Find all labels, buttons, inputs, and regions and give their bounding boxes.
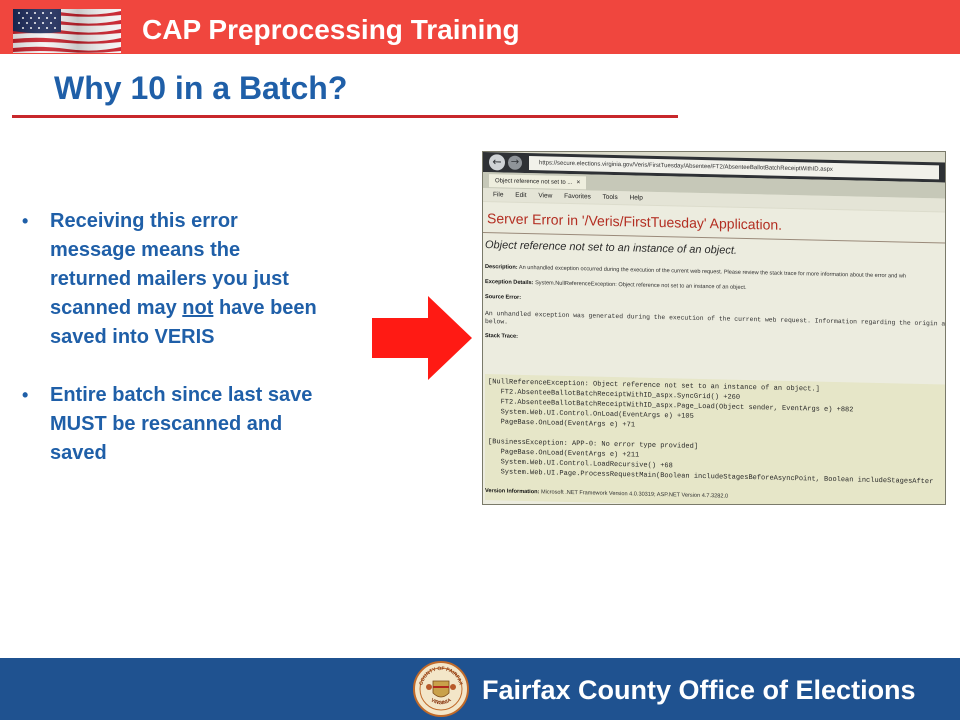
title-underline [12, 115, 678, 118]
source-error-label: Source Error: [485, 294, 522, 301]
bullet-item: • Entire batch since last save MUST be r… [20, 381, 320, 468]
browser-window: ← → https://secure.elections.virginia.go… [483, 152, 946, 504]
stack-trace-label: Stack Trace: [485, 333, 518, 340]
menu-item-view: View [538, 192, 553, 200]
forward-arrow-icon: → [508, 155, 522, 170]
version-label: Version Information: [485, 488, 540, 496]
description-text: An unhandled exception occurred during t… [518, 264, 907, 280]
bullet-text: Entire batch since last save MUST be res… [50, 384, 313, 464]
bullet-emphasis: not [182, 297, 214, 319]
source-error-text-2: below. [485, 318, 509, 326]
slide-title: Why 10 in a Batch? [54, 70, 348, 106]
menu-item-help: Help [629, 194, 643, 202]
bullet-item: • Receiving this error message means the… [20, 207, 320, 352]
county-seal-logo: COUNTY OF FAIRFAX VIRGINIA 1742 [413, 661, 469, 717]
stack-line: System.Web.UI.Page.ProcessRequestMain(Bo… [488, 468, 934, 487]
menu-item-file: File [493, 191, 504, 199]
error-page-content: Server Error in '/Veris/FirstTuesday' Ap… [483, 202, 946, 504]
source-error-text: An unhandled exception was generated dur… [485, 310, 946, 329]
description-line: Description: An unhandled exception occu… [485, 264, 906, 280]
browser-tab: Object reference not set to ... × [489, 174, 587, 190]
menu-item-favorites: Favorites [564, 192, 591, 201]
seal-year: 1742 [437, 700, 447, 705]
footer-title: Fairfax County Office of Elections [482, 675, 916, 705]
error-subtitle: Object reference not set to an instance … [485, 239, 737, 257]
description-label: Description: [485, 264, 518, 271]
tab-label: Object reference not set to ... [495, 178, 573, 187]
exception-line: Exception Details: System.NullReferenceE… [485, 279, 747, 291]
stack-trace-box: [NullReferenceException: Object referenc… [485, 374, 945, 504]
error-screenshot-photo: ← → https://secure.elections.virginia.go… [482, 151, 946, 505]
exception-text: System.NullReferenceException: Object re… [535, 280, 747, 291]
header-title: CAP Preprocessing Training [142, 14, 520, 45]
right-arrow-icon [372, 296, 472, 380]
back-arrow-icon: ← [489, 154, 505, 171]
bullet-glyph: • [22, 385, 29, 405]
menu-item-edit: Edit [515, 191, 527, 199]
bullet-list: • Receiving this error message means the… [20, 207, 320, 497]
us-flag-image [13, 9, 121, 53]
close-icon: × [576, 179, 581, 187]
server-error-title: Server Error in '/Veris/FirstTuesday' Ap… [487, 210, 783, 233]
exception-label: Exception Details: [485, 279, 534, 287]
stack-line: PageBase.OnLoad(EventArgs e) +71 [488, 418, 636, 430]
menu-item-tools: Tools [602, 193, 618, 202]
bullet-glyph: • [22, 211, 29, 231]
